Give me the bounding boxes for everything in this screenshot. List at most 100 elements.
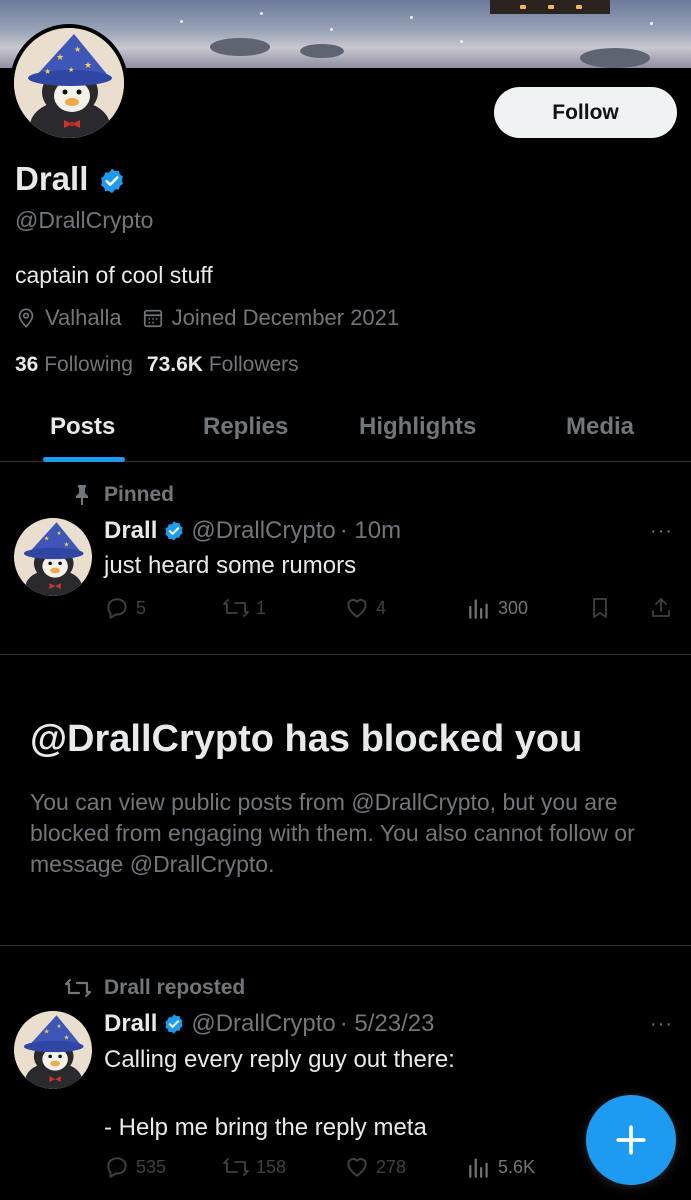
reply-icon xyxy=(107,1157,127,1178)
more-options-button[interactable]: ··· xyxy=(650,1013,673,1036)
active-tab-indicator xyxy=(43,457,125,462)
followers-link[interactable]: 73.6K Followers xyxy=(147,353,299,376)
post-handle[interactable]: @DrallCrypto xyxy=(191,517,335,545)
pinned-label: Pinned xyxy=(104,483,175,506)
divider xyxy=(0,654,691,655)
repost-button[interactable]: 1 xyxy=(222,595,266,621)
banner-snowflake xyxy=(650,22,653,25)
following-link[interactable]: 36 Following xyxy=(15,353,133,376)
profile-stats: 36 Following 73.6K Followers xyxy=(15,353,299,377)
verified-badge-icon[interactable] xyxy=(163,520,185,542)
verified-badge-icon[interactable] xyxy=(98,167,126,195)
repost-count: 158 xyxy=(256,1156,287,1177)
following-label: Following xyxy=(44,353,133,376)
joined-text: Joined December 2021 xyxy=(171,305,400,330)
svg-text:★: ★ xyxy=(44,67,51,76)
penguin-wizard-avatar-image: ★ ★ ★ xyxy=(14,1011,92,1089)
share-icon xyxy=(652,598,670,617)
plus-icon xyxy=(616,1125,646,1155)
tab-replies[interactable]: Replies xyxy=(203,413,288,441)
post-text-line2: - Help me bring the reply meta xyxy=(104,1114,427,1141)
reply-button[interactable]: 535 xyxy=(104,1154,166,1180)
post-header: Drall @DrallCrypto · 5/23/23 xyxy=(104,1010,434,1038)
repost-button[interactable]: 158 xyxy=(222,1154,286,1180)
bookmark-button[interactable] xyxy=(588,595,618,621)
banner-light xyxy=(576,5,582,9)
reply-button[interactable]: 5 xyxy=(104,595,146,621)
banner-rock xyxy=(580,48,650,68)
post-author[interactable]: Drall xyxy=(104,1010,157,1038)
profile-handle: @DrallCrypto xyxy=(15,207,154,233)
heart-icon xyxy=(347,598,367,618)
post-actions: 5 1 4 300 xyxy=(104,595,679,625)
banner-snowflake xyxy=(330,28,333,31)
post-text-line1: Calling every reply guy out there: xyxy=(104,1046,455,1073)
svg-text:★: ★ xyxy=(74,45,81,54)
svg-text:★: ★ xyxy=(44,1028,50,1036)
following-count: 36 xyxy=(15,353,39,376)
profile-name: Drall xyxy=(15,160,89,197)
banner-snowflake xyxy=(460,40,463,43)
share-button[interactable] xyxy=(649,595,679,621)
banner-rock xyxy=(210,38,270,56)
reply-icon xyxy=(107,598,127,619)
followers-label: Followers xyxy=(208,353,299,376)
more-options-button[interactable]: ··· xyxy=(650,520,673,543)
compose-post-button[interactable] xyxy=(586,1095,676,1185)
post-time[interactable]: · 5/23/23 xyxy=(340,1010,435,1038)
bookmark-icon xyxy=(593,598,607,618)
like-button[interactable]: 278 xyxy=(344,1154,406,1180)
calendar-icon xyxy=(143,309,162,328)
banner-light xyxy=(520,5,526,9)
svg-text:★: ★ xyxy=(84,61,92,71)
views-button[interactable]: 300 xyxy=(466,595,528,621)
svg-text:★: ★ xyxy=(57,530,62,537)
post-author[interactable]: Drall xyxy=(104,517,157,545)
post-handle[interactable]: @DrallCrypto xyxy=(191,1010,335,1038)
post-text: just heard some rumors xyxy=(104,552,357,579)
tab-media[interactable]: Media xyxy=(566,413,634,441)
svg-text:★: ★ xyxy=(64,540,70,548)
tab-posts[interactable]: Posts xyxy=(50,413,115,441)
followers-count: 73.6K xyxy=(146,353,203,376)
profile-tabs: Posts Replies Highlights Media xyxy=(0,400,691,462)
svg-text:★: ★ xyxy=(64,1033,70,1041)
divider xyxy=(0,945,691,946)
banner-rock xyxy=(300,44,344,58)
banner-snowflake xyxy=(410,16,413,19)
views-chart-icon xyxy=(469,599,488,619)
svg-text:★: ★ xyxy=(57,1023,62,1030)
views-count: 300 xyxy=(498,597,529,618)
svg-text:★: ★ xyxy=(68,66,74,74)
views-count: 5.6K xyxy=(498,1156,536,1177)
post-time[interactable]: · 10m xyxy=(340,517,401,545)
banner-snowflake xyxy=(180,20,183,23)
blocked-title: @DrallCrypto has blocked you xyxy=(30,718,583,760)
location-pin-icon xyxy=(18,308,34,328)
repost-icon xyxy=(223,1158,249,1176)
penguin-wizard-avatar-image: ★ ★ ★ xyxy=(14,518,92,596)
heart-icon xyxy=(347,1157,367,1177)
reply-count: 535 xyxy=(136,1156,167,1177)
repost-label[interactable]: Drall reposted xyxy=(104,976,245,1000)
penguin-wizard-avatar-image: ★ ★ ★ ★ ★ xyxy=(14,28,124,138)
repost-count: 1 xyxy=(256,597,267,618)
views-button[interactable]: 5.6K xyxy=(466,1154,535,1180)
svg-text:★: ★ xyxy=(56,53,64,63)
post-avatar[interactable]: ★ ★ ★ xyxy=(14,518,92,596)
repost-icon xyxy=(64,978,92,998)
profile-bio: captain of cool stuff xyxy=(15,262,213,288)
post-header: Drall @DrallCrypto · 10m xyxy=(104,517,401,545)
like-button[interactable]: 4 xyxy=(344,595,386,621)
tab-highlights[interactable]: Highlights xyxy=(359,413,476,441)
reply-count: 5 xyxy=(136,597,147,618)
profile-meta: Valhalla Joined December 2021 xyxy=(15,305,419,331)
profile-avatar[interactable]: ★ ★ ★ ★ ★ xyxy=(10,24,128,142)
post-avatar[interactable]: ★ ★ ★ xyxy=(14,1011,92,1089)
follow-button[interactable]: Follow xyxy=(494,87,677,138)
pin-icon xyxy=(76,485,88,505)
repost-icon xyxy=(223,599,249,617)
pinned-indicator: Pinned xyxy=(72,483,174,507)
joined-item: Joined December 2021 xyxy=(142,305,399,331)
verified-badge-icon[interactable] xyxy=(163,1013,185,1035)
